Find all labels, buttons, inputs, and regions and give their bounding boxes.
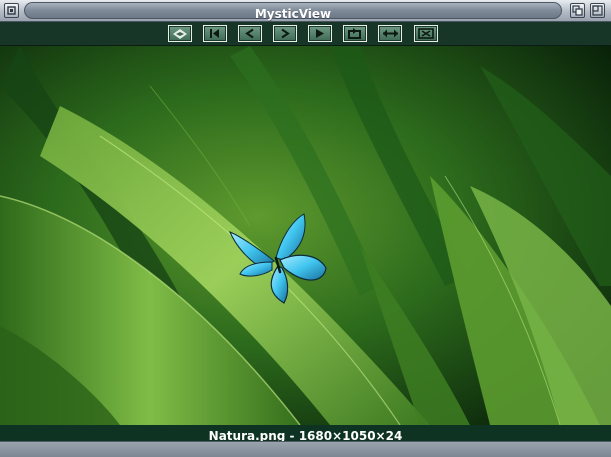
close-fullscreen-icon <box>418 28 434 39</box>
zoom-icon <box>592 5 603 16</box>
loop-button[interactable] <box>343 25 367 42</box>
window-title: MysticView <box>254 7 332 21</box>
depth-icon <box>572 5 583 16</box>
title-pill: MysticView <box>24 2 562 21</box>
fit-width-icon <box>383 29 398 38</box>
previous-icon <box>245 28 254 39</box>
next-button[interactable] <box>273 25 297 42</box>
close-button[interactable] <box>4 3 19 18</box>
settings-button[interactable] <box>168 25 192 42</box>
next-icon <box>281 28 290 39</box>
image-viewport[interactable] <box>0 46 611 425</box>
previous-button[interactable] <box>238 25 262 42</box>
settings-icon <box>173 29 187 39</box>
title-bar[interactable]: MysticView <box>0 0 611 22</box>
status-bar: Natura.png - 1680×1050×24 <box>0 425 611 443</box>
depth-button[interactable] <box>570 3 585 18</box>
image-natura <box>0 46 611 425</box>
window-bottom-border[interactable] <box>0 441 611 457</box>
toolbar <box>0 22 611 46</box>
first-image-button[interactable] <box>203 25 227 42</box>
close-fullscreen-button[interactable] <box>414 25 438 42</box>
close-icon <box>7 6 16 15</box>
play-slideshow-icon <box>316 29 324 38</box>
loop-icon <box>348 28 361 39</box>
fit-width-button[interactable] <box>378 25 402 42</box>
zoom-button[interactable] <box>590 3 605 18</box>
play-slideshow-button[interactable] <box>308 25 332 42</box>
first-image-icon <box>210 29 219 38</box>
